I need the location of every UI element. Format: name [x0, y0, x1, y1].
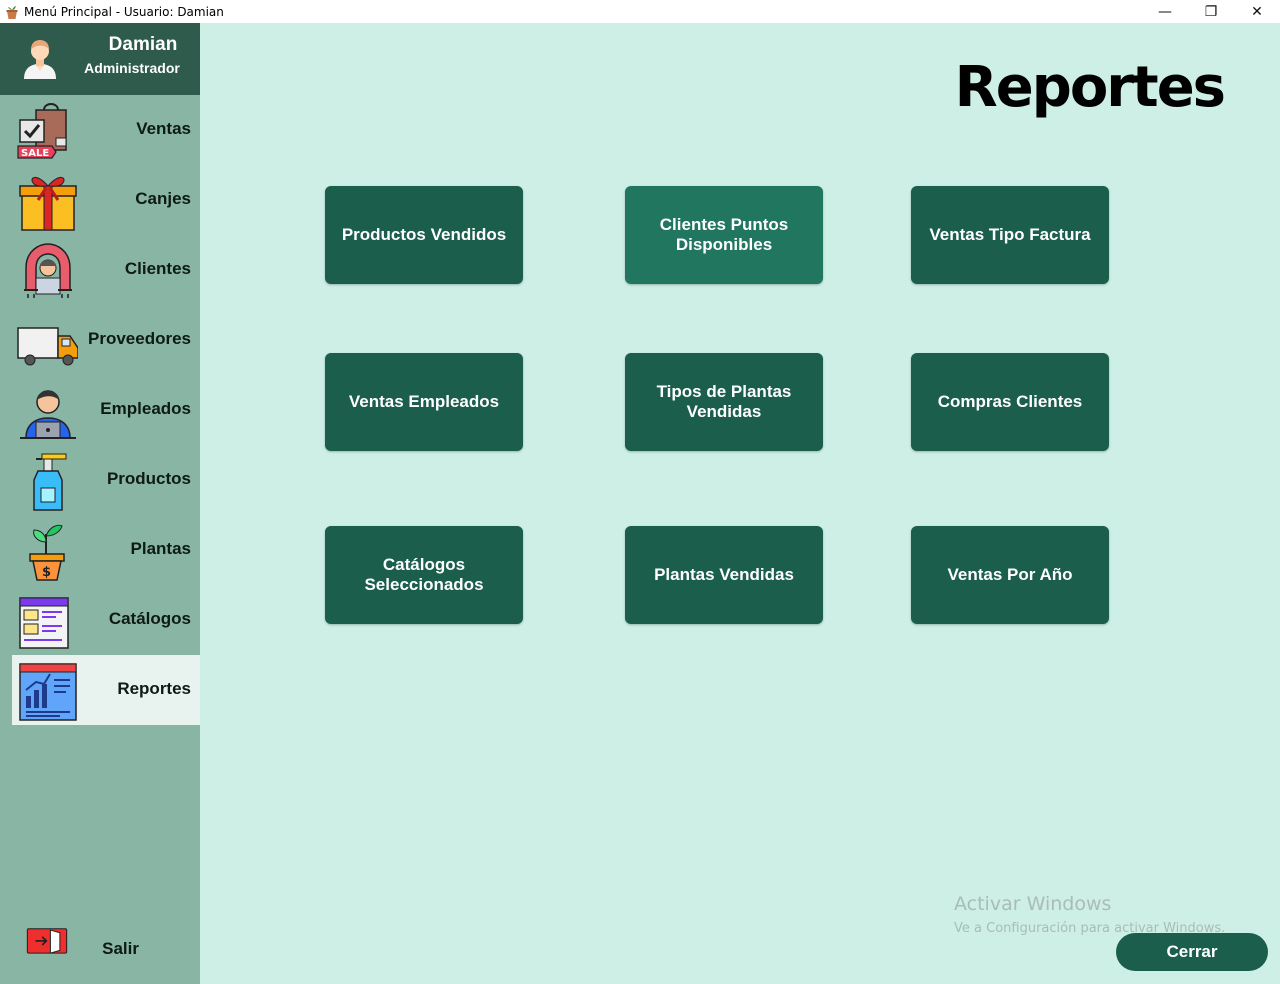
- sidebar-item-ventas[interactable]: SALE Ventas: [12, 95, 200, 165]
- sidebar-item-canjes[interactable]: Canjes: [12, 165, 200, 235]
- exit-door-icon: [26, 928, 68, 954]
- sidebar-item-salir[interactable]: Salir: [12, 915, 200, 984]
- sidebar-item-empleados[interactable]: Empleados: [12, 375, 200, 445]
- sidebar-item-label: Empleados: [100, 399, 191, 418]
- minimize-button[interactable]: —: [1142, 0, 1188, 23]
- report-productos-vendidos-button[interactable]: Productos Vendidos: [325, 186, 523, 284]
- svg-text:$: $: [42, 565, 51, 580]
- plant-pot-icon: $: [29, 524, 65, 581]
- sidebar-item-proveedores[interactable]: Proveedores: [12, 305, 200, 375]
- sidebar-item-label: Catálogos: [108, 609, 191, 628]
- sidebar-item-label: Plantas: [130, 539, 191, 558]
- sidebar-item-label: Proveedores: [88, 329, 191, 348]
- close-window-button[interactable]: ✕: [1234, 0, 1280, 23]
- user-role: Administrador: [84, 60, 180, 76]
- catalog-icon: [19, 597, 69, 649]
- sidebar-item-productos[interactable]: Productos: [12, 445, 200, 515]
- close-button[interactable]: Cerrar: [1116, 933, 1268, 971]
- report-compras-clientes-button[interactable]: Compras Clientes: [911, 353, 1109, 451]
- sidebar-item-label: Productos: [106, 469, 191, 488]
- sidebar-item-clientes[interactable]: Clientes: [12, 235, 200, 305]
- report-catalogos-button[interactable]: Catálogos Seleccionados: [325, 526, 523, 624]
- gift-icon: [19, 177, 77, 231]
- user-avatar-icon: [24, 40, 56, 79]
- window-controls: — ❐ ✕: [1142, 0, 1280, 23]
- employee-icon: [20, 390, 76, 439]
- sidebar-item-label: Ventas: [136, 119, 191, 138]
- plant-pot-app-icon: [6, 5, 18, 19]
- sidebar-item-label: Salir: [102, 939, 139, 958]
- restore-button[interactable]: ❐: [1188, 0, 1234, 23]
- sidebar-item-label: Reportes: [117, 679, 191, 698]
- report-icon: [19, 663, 77, 721]
- activation-watermark: Activar Windows Ve a Configuración para …: [954, 893, 1225, 936]
- sidebar-item-plantas[interactable]: $ Plantas: [12, 515, 200, 585]
- svg-text:SALE: SALE: [21, 148, 49, 159]
- user-name: Damian: [108, 34, 178, 55]
- sidebar-item-reportes[interactable]: Reportes: [12, 655, 200, 725]
- truck-icon: [17, 327, 78, 366]
- sidebar-item-catalogos[interactable]: Catálogos: [12, 585, 200, 655]
- spray-bottle-icon: [33, 453, 67, 511]
- user-panel: Damian Administrador: [0, 23, 200, 95]
- sidebar-item-label: Clientes: [124, 259, 191, 278]
- main-panel: Reportes Productos Vendidos Clientes Pun…: [200, 23, 1280, 984]
- watermark-title: Activar Windows: [954, 893, 1112, 915]
- sidebar: Damian Administrador SALE Ventas Canjes: [0, 23, 200, 984]
- report-tipos-plantas-button[interactable]: Tipos de Plantas Vendidas: [625, 353, 823, 451]
- page-title: Reportes: [954, 55, 1226, 120]
- report-clientes-puntos-button[interactable]: Clientes Puntos Disponibles: [625, 186, 823, 284]
- customer-icon: [24, 243, 72, 298]
- report-plantas-vendidas-button[interactable]: Plantas Vendidas: [625, 526, 823, 624]
- report-ventas-empleados-button[interactable]: Ventas Empleados: [325, 353, 523, 451]
- window-title: Menú Principal - Usuario: Damian: [24, 4, 224, 19]
- title-bar: Menú Principal - Usuario: Damian — ❐ ✕: [0, 0, 1280, 23]
- sale-bag-icon: SALE: [17, 103, 67, 159]
- report-ventas-por-ano-button[interactable]: Ventas Por Año: [911, 526, 1109, 624]
- report-ventas-tipo-factura-button[interactable]: Ventas Tipo Factura: [911, 186, 1109, 284]
- sidebar-item-label: Canjes: [135, 189, 191, 208]
